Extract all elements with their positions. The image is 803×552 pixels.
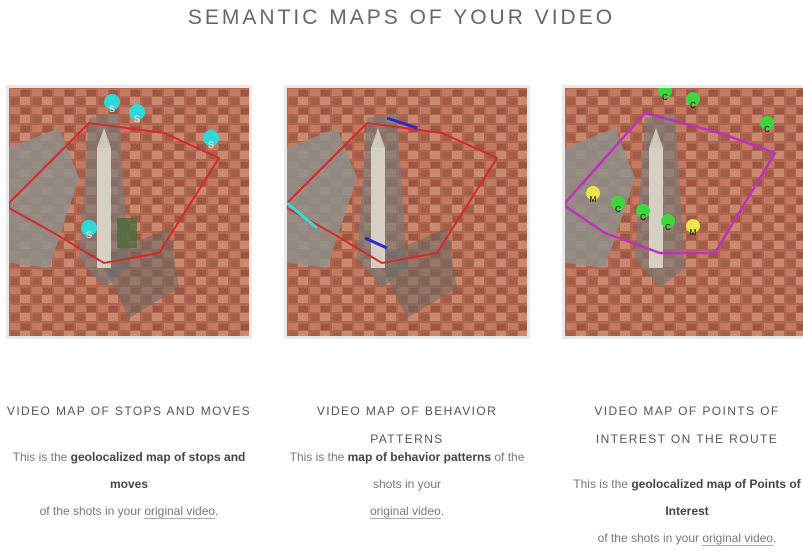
map-image-poi[interactable]: C C C C C C M M [562,85,803,339]
card-description: This is the geolocalized map of Points o… [573,477,801,546]
card-title: VIDEO MAP OF POINTS OF INTEREST ON THE R… [594,404,780,446]
card-title: VIDEO MAP OF STOPS AND MOVES [6,404,252,418]
svg-text:M: M [590,195,597,204]
card-description: This is the map of behavior patterns of … [289,450,525,519]
card-points-of-interest: C C C C C C M M VIDEO MAP OF POINTS OF I… [562,85,803,546]
svg-text:C: C [764,125,770,134]
aerial-map: C C C C C C M M [565,88,803,336]
svg-text:C: C [665,223,671,232]
svg-text:S: S [134,114,140,124]
aerial-map [287,88,527,336]
svg-text:C: C [662,93,668,102]
svg-text:S: S [86,230,92,240]
original-video-link[interactable]: original video [144,504,216,519]
map-image-stops-moves[interactable]: S S S S [6,85,252,339]
svg-text:S: S [208,140,214,150]
page-title: SEMANTIC MAPS OF YOUR VIDEO [187,6,616,29]
card-stops-and-moves: S S S S VIDEO MAP OF STOPS AND MOVES Thi… [6,85,252,519]
card-behavior-patterns: VIDEO MAP OF BEHAVIOR PATTERNS This is t… [284,85,530,519]
map-image-behavior[interactable] [284,85,530,339]
aerial-map: S S S S [9,88,249,336]
svg-text:C: C [690,101,696,110]
svg-text:M: M [690,228,697,237]
svg-text:C: C [615,205,621,214]
card-description: This is the geolocalized map of stops an… [12,450,246,519]
original-video-link[interactable]: original video [702,531,774,546]
original-video-link[interactable]: original video [369,504,441,519]
svg-text:C: C [640,213,646,222]
svg-text:S: S [109,104,115,114]
